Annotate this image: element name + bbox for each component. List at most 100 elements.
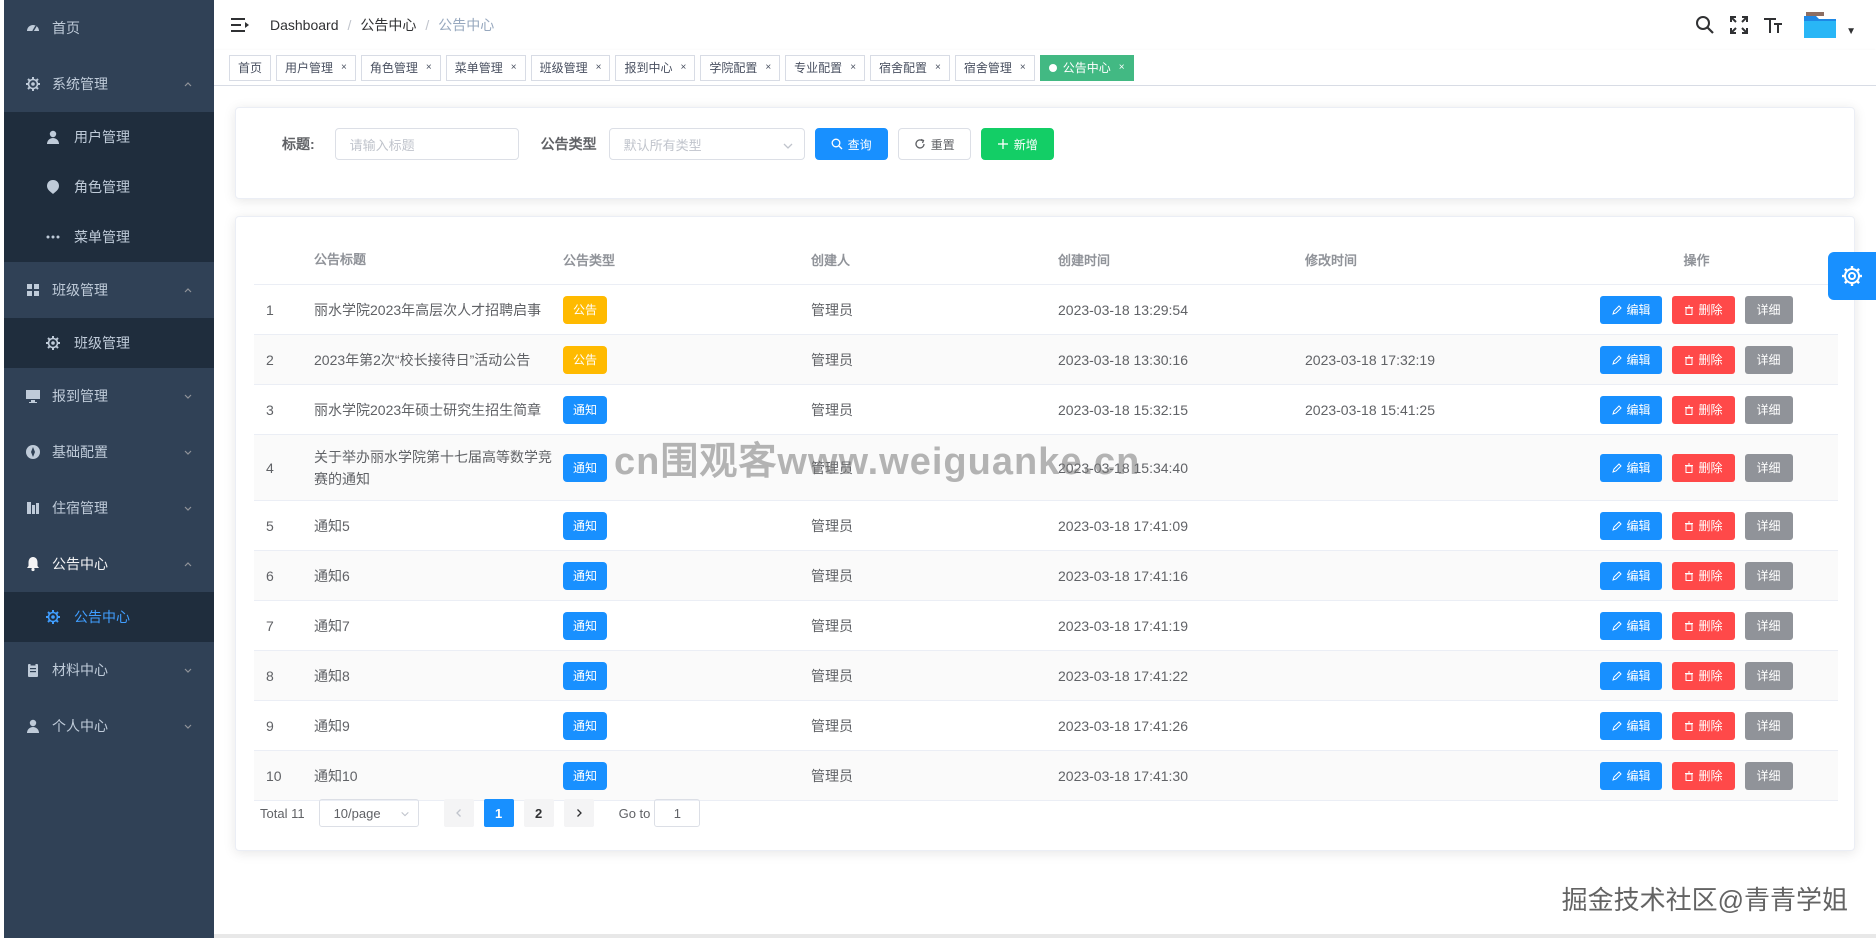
cell-type: 通知 [563,611,811,640]
page-size-select[interactable]: 10/page [318,799,419,827]
tag-8[interactable]: 宿舍配置 × [870,54,950,81]
sidebar-subitem-2-0[interactable]: 班级管理 [4,318,214,368]
sidebar-item-7[interactable]: 材料中心 [4,642,214,698]
tag-6[interactable]: 学院配置 × [700,54,781,81]
sidebar-item-4[interactable]: 基础配置 [4,424,214,480]
edit-button[interactable]: 编辑 [1600,611,1663,640]
sidebar-subitem-6-0[interactable]: 公告中心 [4,592,214,642]
breadcrumb-item-dashboard[interactable]: Dashboard [270,17,339,33]
cell-creator: 管理员 [811,301,853,318]
sidebar-item-1[interactable]: 系统管理 [4,56,214,112]
prev-page-button[interactable] [443,799,474,827]
font-size-icon[interactable] [1762,14,1784,36]
tag-label: 班级管理 [539,60,588,75]
edit-button[interactable]: 编辑 [1600,511,1663,540]
sidebar-subitem-1-0[interactable]: 用户管理 [4,112,214,162]
sidebar-subitem-1-2[interactable]: 菜单管理 [4,212,214,262]
caret-down-icon[interactable]: ▼ [1846,26,1856,37]
sidebar-item-2[interactable]: 班级管理 [4,262,214,318]
close-icon[interactable]: × [935,56,941,80]
delete-button[interactable]: 删除 [1672,661,1735,690]
tag-5[interactable]: 报到中心 × [615,54,696,81]
tag-10[interactable]: 公告中心 × [1039,54,1134,81]
detail-button[interactable]: 详细 [1744,711,1793,740]
delete-button[interactable]: 删除 [1672,395,1735,424]
tag-0[interactable]: 首页 [229,54,272,81]
detail-button[interactable]: 详细 [1744,345,1793,374]
edit-button[interactable]: 编辑 [1600,761,1663,790]
delete-button[interactable]: 删除 [1672,711,1735,740]
cell-operations: 编辑 删除 详细 [1555,661,1838,690]
cell-title: 2023年第2次“校长接待日”活动公告 [314,351,531,368]
sidebar-subitem-1-1[interactable]: 角色管理 [4,162,214,212]
sidebar-item-6[interactable]: 公告中心 [4,536,214,592]
add-button[interactable]: 新增 [980,128,1054,160]
detail-button[interactable]: 详细 [1744,661,1793,690]
page-button-2[interactable]: 2 [523,799,554,827]
close-icon[interactable]: × [680,56,686,80]
tag-7[interactable]: 专业配置 × [785,54,866,81]
delete-button[interactable]: 删除 [1672,295,1735,324]
close-icon[interactable]: × [1119,56,1125,80]
edit-button[interactable]: 编辑 [1600,295,1663,324]
delete-button[interactable]: 删除 [1672,761,1735,790]
sidebar-item-3[interactable]: 报到管理 [4,368,214,424]
close-icon[interactable]: × [1020,56,1026,80]
reset-button[interactable]: 重置 [897,128,971,160]
close-icon[interactable]: × [596,56,602,80]
sidebar-item-8[interactable]: 个人中心 [4,698,214,754]
fullscreen-icon[interactable] [1728,14,1750,36]
close-icon[interactable]: × [341,56,347,80]
chevron-down-icon [783,143,793,149]
edit-button[interactable]: 编辑 [1600,453,1663,482]
detail-button[interactable]: 详细 [1744,561,1793,590]
search-icon[interactable] [1694,14,1716,36]
delete-button[interactable]: 删除 [1672,561,1735,590]
detail-button[interactable]: 详细 [1744,453,1793,482]
edit-button[interactable]: 编辑 [1600,345,1663,374]
delete-button[interactable]: 删除 [1672,611,1735,640]
close-icon[interactable]: × [511,56,517,80]
cell-create-time: 2023-03-18 13:30:16 [1058,351,1188,368]
close-icon[interactable]: × [765,56,771,80]
edit-button-label: 编辑 [1626,403,1651,417]
tag-label: 宿舍配置 [879,60,928,75]
delete-button[interactable]: 删除 [1672,345,1735,374]
tag-4[interactable]: 班级管理 × [530,54,611,81]
edit-button[interactable]: 编辑 [1600,661,1663,690]
avatar[interactable] [1802,10,1838,40]
detail-button[interactable]: 详细 [1744,611,1793,640]
tag-3[interactable]: 菜单管理 × [445,54,526,81]
tag-9[interactable]: 宿舍管理 × [954,54,1035,81]
cell-index: 2 [266,351,274,368]
sidebar-item-0[interactable]: 首页 [4,0,214,56]
watermark-bottom: 掘金技术社区@青青学姐 [1561,885,1848,915]
breadcrumb-item-notice[interactable]: 公告中心 [360,15,416,35]
tag-2[interactable]: 角色管理 × [360,54,441,81]
sidebar-item-5[interactable]: 住宿管理 [4,480,214,536]
delete-button[interactable]: 删除 [1672,511,1735,540]
close-icon[interactable]: × [426,56,432,80]
hamburger-icon[interactable] [230,15,250,35]
type-select[interactable]: 默认所有类型 [608,128,805,160]
query-button[interactable]: 查询 [814,128,888,160]
next-page-button[interactable] [563,799,594,827]
detail-button[interactable]: 详细 [1744,761,1793,790]
page-button-1[interactable]: 1 [483,799,514,827]
detail-button[interactable]: 详细 [1744,395,1793,424]
goto-input[interactable]: 1 [654,799,701,827]
detail-button[interactable]: 详细 [1744,511,1793,540]
edit-button[interactable]: 编辑 [1600,561,1663,590]
cell-index: 8 [266,667,274,684]
settings-button[interactable] [1828,252,1876,300]
cell-title: 通知8 [314,667,350,684]
trash-icon [1684,621,1694,631]
delete-button[interactable]: 删除 [1672,453,1735,482]
detail-button[interactable]: 详细 [1744,295,1793,324]
title-input[interactable]: 请输入标题 [334,128,519,160]
edit-button[interactable]: 编辑 [1600,711,1663,740]
tag-1[interactable]: 用户管理 × [276,54,356,81]
reset-button-label: 重置 [930,137,955,152]
edit-button[interactable]: 编辑 [1600,395,1663,424]
close-icon[interactable]: × [850,56,856,80]
